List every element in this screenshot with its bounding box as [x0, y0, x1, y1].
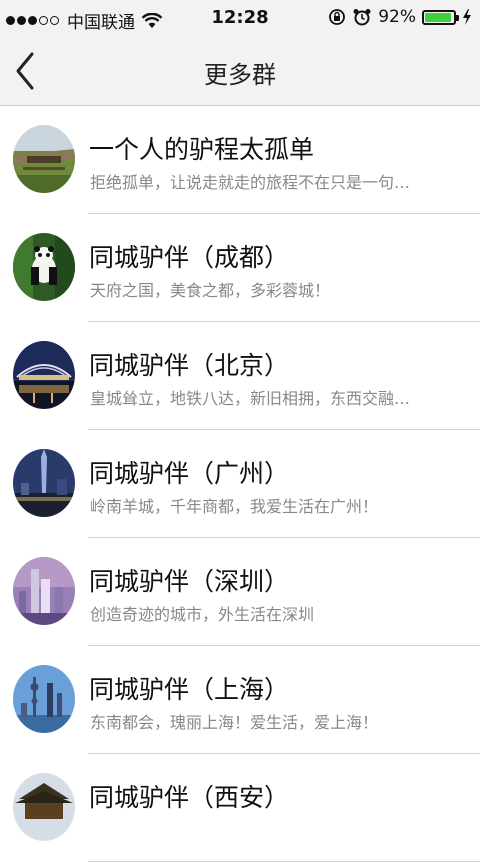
group-list-item[interactable]: 同城驴伴（北京） 皇城耸立，地铁八达，新旧相拥，东西交融… — [0, 322, 480, 430]
group-description: 创造奇迹的城市，外生活在深圳 — [90, 605, 315, 624]
group-avatar — [13, 341, 75, 409]
group-list-item[interactable]: 同城驴伴（广州） 岭南羊城，千年商都，我爱生活在广州！ — [0, 430, 480, 538]
rotation-lock-icon — [329, 9, 346, 25]
group-avatar — [13, 233, 75, 301]
battery-percentage: 92% — [378, 7, 416, 27]
group-title: 同城驴伴（上海） — [89, 675, 290, 704]
group-list-item[interactable]: 一个人的驴程太孤单 拒绝孤单，让说走就走的旅程不在只是一句… — [0, 106, 480, 214]
group-list-item[interactable]: 同城驴伴（深圳） 创造奇迹的城市，外生活在深圳 — [0, 538, 480, 646]
group-description: 岭南羊城，千年商都，我爱生活在广州！ — [90, 497, 379, 516]
navigation-bar: 更多群 — [0, 36, 480, 106]
group-list-item[interactable]: 同城驴伴（西安） — [0, 754, 480, 862]
group-title: 同城驴伴（成都） — [89, 243, 290, 272]
status-bar: 中国联通 12:28 92% — [0, 0, 480, 36]
battery-icon — [422, 9, 459, 25]
group-list: 一个人的驴程太孤单 拒绝孤单，让说走就走的旅程不在只是一句… 同城驴伴（成都） … — [0, 106, 480, 862]
group-avatar — [13, 773, 75, 841]
group-avatar — [13, 449, 75, 517]
group-avatar — [13, 665, 75, 733]
page-title: 更多群 — [204, 61, 276, 89]
group-title: 一个人的驴程太孤单 — [89, 135, 315, 164]
group-description: 天府之国，美食之都，多彩蓉城！ — [90, 281, 331, 300]
status-right: 92% — [328, 7, 472, 27]
group-title: 同城驴伴（北京） — [89, 351, 290, 380]
group-list-item[interactable]: 同城驴伴（上海） 东南都会，瑰丽上海！爱生活，爱上海！ — [0, 646, 480, 754]
group-description: 拒绝孤单，让说走就走的旅程不在只是一句… — [90, 173, 411, 192]
charging-icon — [463, 9, 471, 25]
group-title: 同城驴伴（深圳） — [89, 567, 290, 596]
group-avatar — [13, 557, 75, 625]
group-description: 皇城耸立，地铁八达，新旧相拥，东西交融… — [90, 389, 411, 408]
group-avatar — [13, 125, 75, 193]
group-title: 同城驴伴（广州） — [89, 459, 290, 488]
group-description: 东南都会，瑰丽上海！爱生活，爱上海！ — [90, 713, 379, 732]
group-list-item[interactable]: 同城驴伴（成都） 天府之国，美食之都，多彩蓉城！ — [0, 214, 480, 322]
group-title: 同城驴伴（西安） — [89, 783, 290, 812]
alarm-icon — [353, 9, 371, 26]
